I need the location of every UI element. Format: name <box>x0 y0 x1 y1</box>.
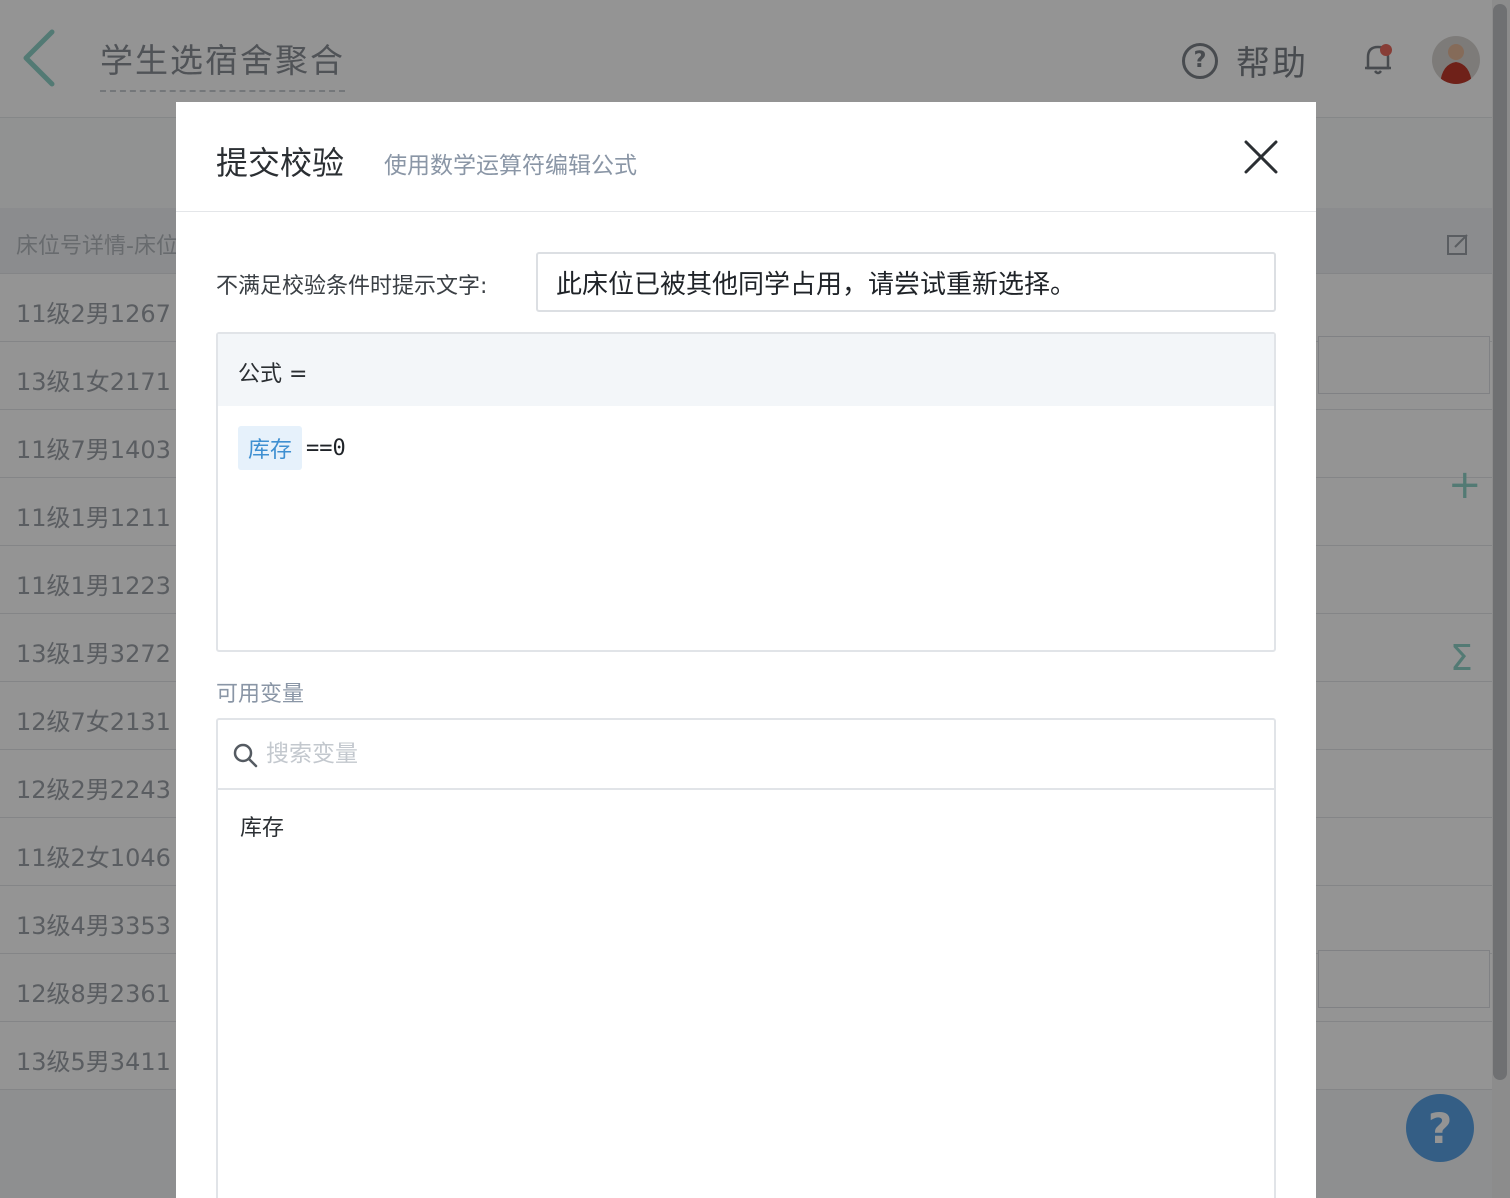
dialog-title: 提交校验 <box>216 144 345 182</box>
variable-item[interactable]: 库存 <box>240 810 284 842</box>
variables-panel: 库存 <box>216 718 1276 1198</box>
dialog-subtitle: 使用数学运算符编辑公式 <box>384 153 637 179</box>
formula-content[interactable]: 库存 ==0 <box>238 426 346 470</box>
search-icon <box>233 743 258 768</box>
tip-text-input[interactable] <box>536 252 1276 312</box>
close-button[interactable] <box>1242 138 1280 176</box>
formula-header: 公式 = <box>218 334 1274 406</box>
close-icon <box>1244 140 1278 174</box>
variables-label: 可用变量 <box>216 682 305 707</box>
validation-dialog: 提交校验 使用数学运算符编辑公式 不满足校验条件时提示文字: 公式 = 库存 =… <box>176 102 1316 1198</box>
variable-search-input[interactable] <box>266 730 1246 778</box>
formula-editor[interactable]: 公式 = 库存 ==0 <box>216 332 1276 652</box>
tip-label: 不满足校验条件时提示文字: <box>216 274 488 299</box>
formula-variable-chip[interactable]: 库存 <box>238 426 303 470</box>
dialog-header: 提交校验 使用数学运算符编辑公式 <box>176 102 1316 212</box>
variable-search-bar <box>218 720 1274 790</box>
formula-expression: ==0 <box>306 435 346 461</box>
formula-label: 公式 = <box>238 362 308 387</box>
tip-row: 不满足校验条件时提示文字: <box>216 252 1276 312</box>
